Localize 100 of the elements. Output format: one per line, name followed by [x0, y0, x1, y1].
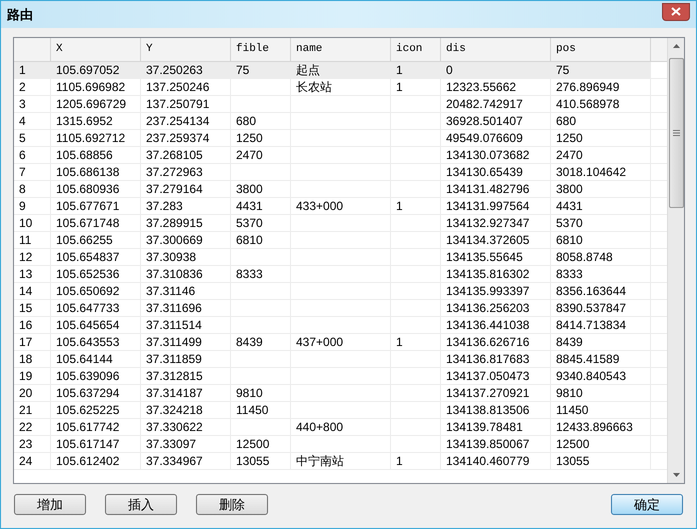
column-header[interactable]: X — [51, 38, 141, 61]
table-cell: 6810 — [236, 233, 263, 247]
scroll-up-icon[interactable] — [672, 44, 680, 48]
action-button[interactable]: 插入 — [105, 494, 177, 515]
table-cell: 137.250791 — [146, 97, 210, 111]
table-cell: 8845.41589 — [556, 352, 620, 366]
column-header[interactable]: icon — [391, 38, 441, 61]
table-cell: 1 — [396, 80, 403, 94]
table-cell: 13055 — [556, 454, 590, 468]
action-button[interactable]: 增加 — [14, 494, 86, 515]
row-number: 5 — [19, 131, 26, 145]
selected-row[interactable]: 1 105.697052 37.250263 75 起点 1 0 75 — [14, 62, 651, 78]
table-cell: 8390.537847 — [556, 301, 626, 315]
table-cell: 37.272963 — [146, 165, 203, 179]
table-cell: 起点 — [296, 63, 320, 77]
scrollbar-thumb[interactable] — [668, 58, 684, 208]
table-cell: 2470 — [236, 148, 263, 162]
table-cell: 长农站 — [296, 80, 332, 94]
row-number: 9 — [19, 199, 26, 213]
table-cell: 1 — [396, 454, 403, 468]
row-number: 11 — [19, 233, 32, 247]
table-cell: 4431 — [556, 199, 583, 213]
table-cell: 1315.6952 — [56, 114, 113, 128]
grip-icon — [672, 130, 680, 136]
table-cell: 75 — [236, 63, 250, 77]
table-cell: 134132.927347 — [446, 216, 530, 230]
table-cell: 105.697052 — [56, 63, 120, 77]
column-header[interactable]: fible — [231, 38, 291, 61]
table-cell: 410.568978 — [556, 97, 620, 111]
table-cell: 1250 — [556, 131, 583, 145]
table-cell: 36928.501407 — [446, 114, 523, 128]
table-cell: 105.680936 — [56, 182, 120, 196]
table-cell: 12433.896663 — [556, 420, 633, 434]
row-number: 24 — [19, 454, 32, 468]
action-button[interactable]: 删除 — [196, 494, 268, 515]
table-cell: 105.625225 — [56, 403, 120, 417]
column-header[interactable]: pos — [551, 38, 651, 61]
row-number: 3 — [19, 97, 26, 111]
table-cell: 134130.073682 — [446, 148, 530, 162]
table-cell: 134130.65439 — [446, 165, 523, 179]
table-cell: 37.283 — [146, 199, 183, 213]
table-cell: 105.686138 — [56, 165, 120, 179]
table-cell: 134136.441038 — [446, 318, 530, 332]
column-header[interactable]: name — [291, 38, 391, 61]
table-cell: 5370 — [556, 216, 583, 230]
column-header[interactable]: Y — [141, 38, 231, 61]
ok-button[interactable]: 确定 — [611, 494, 683, 515]
table-cell: 37.300669 — [146, 233, 203, 247]
scrollbar[interactable] — [667, 38, 684, 483]
table-cell: 37.279164 — [146, 182, 203, 196]
column-header[interactable]: dis — [441, 38, 551, 61]
table-cell: 9810 — [556, 386, 583, 400]
table-cell: 12500 — [556, 437, 590, 451]
table-cell: 9810 — [236, 386, 263, 400]
table-cell: 105.68856 — [56, 148, 113, 162]
window-title: 路由 — [7, 6, 33, 24]
table-cell: 134136.817683 — [446, 352, 530, 366]
table-cell: 37.310836 — [146, 267, 203, 281]
table-cell: 105.612402 — [56, 454, 120, 468]
row-number: 6 — [19, 148, 26, 162]
table-cell: 11450 — [236, 403, 268, 417]
table-cell: 37.334967 — [146, 454, 203, 468]
table-cell: 5370 — [236, 216, 263, 230]
scroll-down-icon[interactable] — [672, 473, 680, 477]
table-cell: 1 — [396, 335, 403, 349]
table-cell: 105.66255 — [56, 233, 113, 247]
table-cell: 12323.55662 — [446, 80, 516, 94]
row-number: 1 — [19, 63, 26, 77]
table-cell: 37.311859 — [146, 352, 202, 366]
table-cell: 134136.626716 — [446, 335, 530, 349]
table-cell: 1105.692712 — [56, 131, 126, 145]
row-number: 14 — [19, 284, 32, 298]
table-cell: 4431 — [236, 199, 263, 213]
table-cell: 13055 — [236, 454, 270, 468]
table-cell: 105.64144 — [56, 352, 113, 366]
table-cell: 440+800 — [296, 420, 344, 434]
table-cell: 3018.104642 — [556, 165, 626, 179]
table-cell: 37.311514 — [146, 318, 202, 332]
table-cell: 105.643553 — [56, 335, 120, 349]
table-cell: 37.311696 — [146, 301, 202, 315]
table-cell: 134135.993397 — [446, 284, 530, 298]
row-number: 23 — [19, 437, 32, 451]
close-button[interactable] — [662, 2, 690, 20]
row-number: 10 — [19, 216, 32, 230]
row-number: 18 — [19, 352, 32, 366]
table-cell: 37.312815 — [146, 369, 203, 383]
table-cell: 37.30938 — [146, 250, 196, 264]
table-cell: 134138.813506 — [446, 403, 530, 417]
table-cell: 8414.713834 — [556, 318, 626, 332]
table-cell: 1 — [396, 199, 403, 213]
table-cell: 37.268105 — [146, 148, 203, 162]
table-cell: 9340.840543 — [556, 369, 626, 383]
table-cell: 134134.372605 — [446, 233, 530, 247]
table-cell: 105.671748 — [56, 216, 120, 230]
table-cell: 134131.482796 — [446, 182, 530, 196]
table-cell: 75 — [556, 63, 570, 77]
table-cell: 8333 — [556, 267, 583, 281]
table-cell: 105.647733 — [56, 301, 120, 315]
table-cell: 12500 — [236, 437, 270, 451]
table-cell: 1 — [396, 63, 403, 77]
